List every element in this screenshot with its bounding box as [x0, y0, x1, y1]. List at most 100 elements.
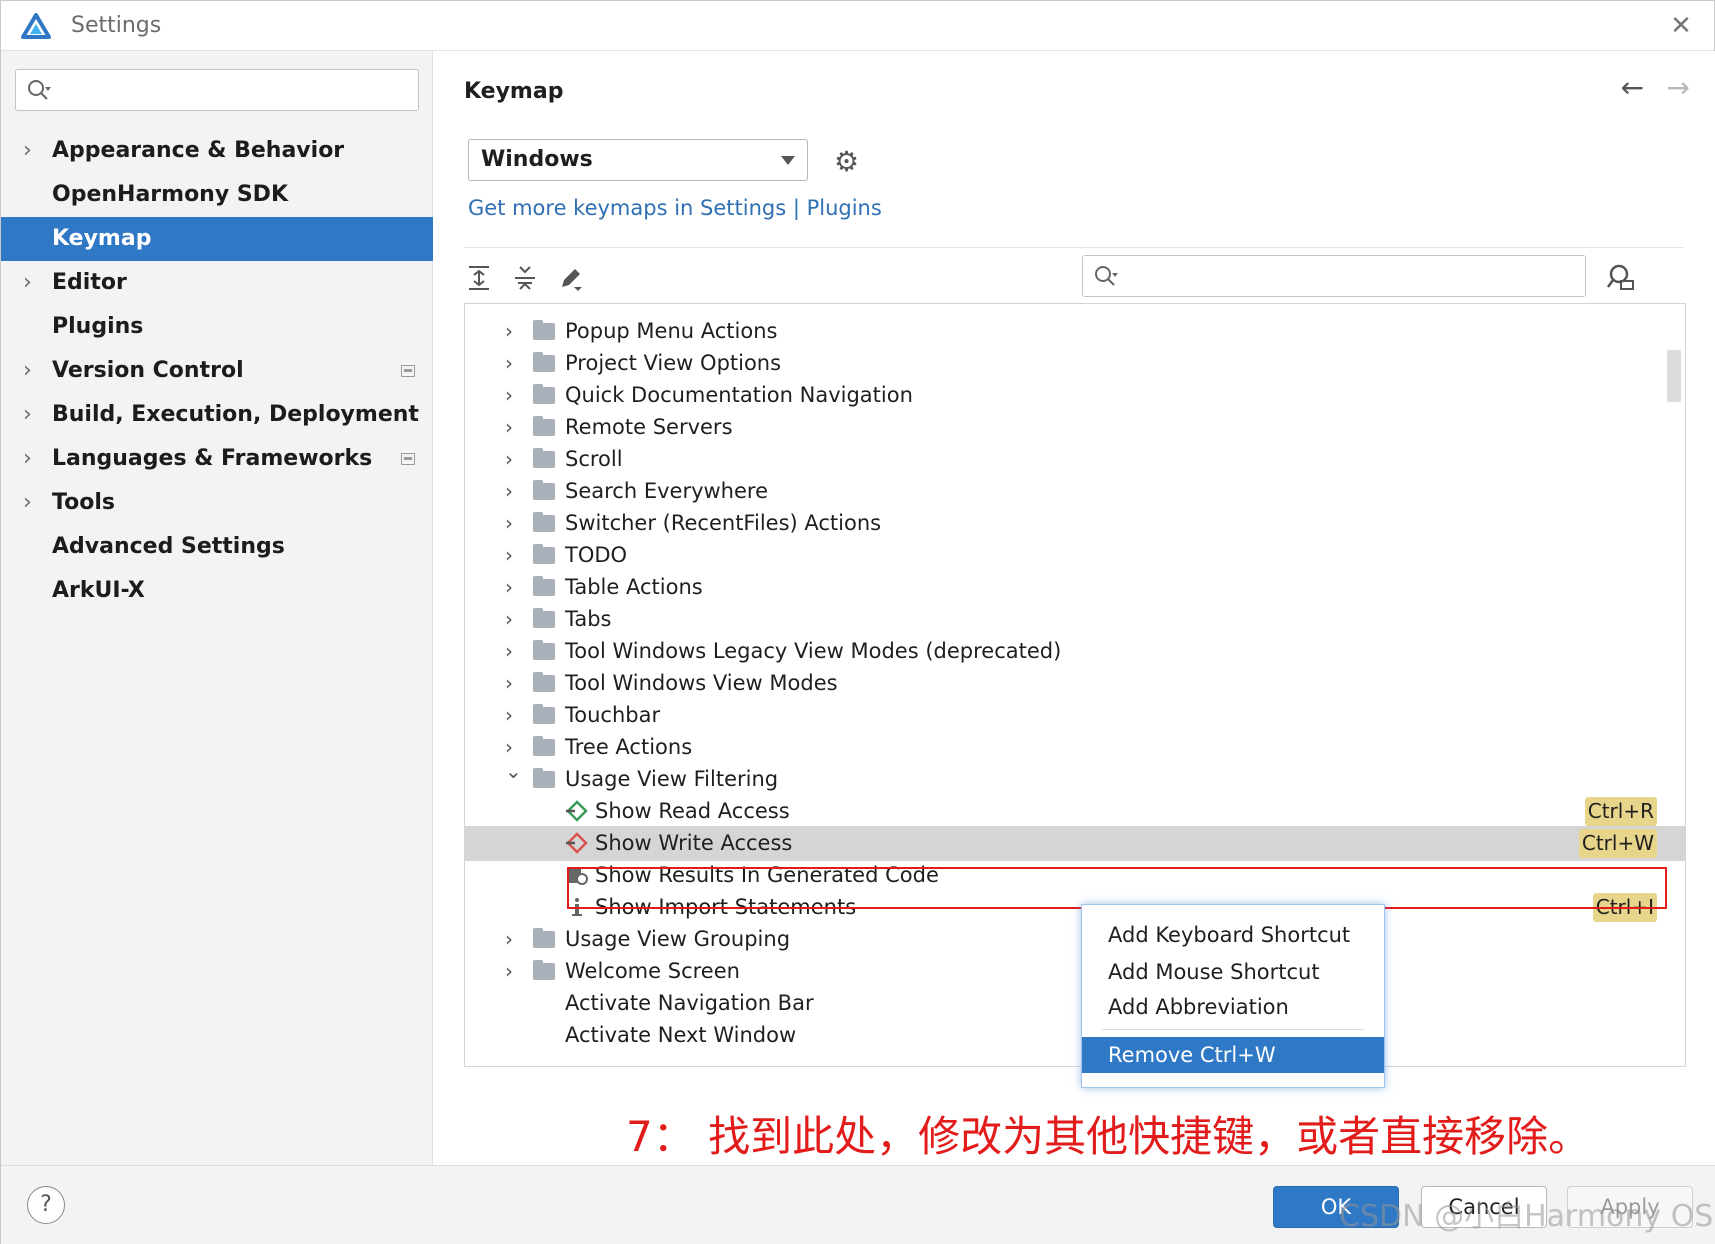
sidebar-item[interactable]: Keymap	[1, 217, 433, 261]
tree-group-row[interactable]: › Project View Options	[465, 346, 1685, 381]
close-icon[interactable]: ✕	[1666, 11, 1696, 41]
tree-group-row[interactable]: › Switcher (RecentFiles) Actions	[465, 506, 1685, 541]
sidebar-item-label: Keymap	[52, 226, 152, 251]
tree-group-row[interactable]: › Search Everywhere	[465, 474, 1685, 509]
folder-icon	[533, 960, 555, 980]
folder-icon	[533, 608, 555, 628]
sidebar-item[interactable]: Advanced Settings	[1, 525, 433, 569]
sidebar-item[interactable]: › Tools	[1, 481, 433, 525]
tree-group-row[interactable]: › Touchbar	[465, 698, 1685, 733]
chevron-right-icon[interactable]: ›	[505, 634, 513, 669]
sidebar-item[interactable]: OpenHarmony SDK	[1, 173, 433, 217]
chevron-right-icon[interactable]: ›	[505, 666, 513, 701]
folder-icon	[533, 416, 555, 436]
back-arrow-icon[interactable]: ←	[1621, 71, 1644, 104]
watermark: CSDN @小白Harmony OS	[1339, 1199, 1714, 1234]
find-by-shortcut-icon[interactable]	[1604, 261, 1636, 293]
chevron-right-icon[interactable]: ›	[505, 474, 513, 509]
chevron-right-icon[interactable]: ›	[505, 698, 513, 733]
forward-arrow-icon[interactable]: →	[1667, 71, 1690, 104]
tree-group-row[interactable]: › Table Actions	[465, 570, 1685, 605]
sidebar-list: › Appearance & Behavior OpenHarmony SDK Key…	[1, 129, 433, 613]
tree-row-label: Tool Windows Legacy View Modes (deprecat…	[565, 639, 1062, 663]
sidebar-item-label: Appearance & Behavior	[52, 138, 345, 163]
sidebar-item-label: ArkUI-X	[52, 578, 145, 603]
chevron-right-icon[interactable]: ›	[505, 922, 513, 957]
folder-icon	[533, 928, 555, 948]
expand-all-icon[interactable]	[464, 263, 494, 293]
chevron-right-icon[interactable]: ›	[23, 481, 32, 525]
tree-group-row[interactable]: › Usage View Grouping	[465, 922, 1685, 957]
sidebar-item[interactable]: › Build, Execution, Deployment	[1, 393, 433, 437]
tree-group-row[interactable]: › Scroll	[465, 442, 1685, 477]
tree-group-row[interactable]: › Welcome Screen	[465, 954, 1685, 989]
tree-row-label: Usage View Grouping	[565, 927, 791, 951]
chevron-right-icon[interactable]: ›	[23, 393, 32, 437]
tree-group-row[interactable]: › Remote Servers	[465, 410, 1685, 445]
tree-row-label: Tree Actions	[565, 735, 693, 759]
tree-row-label: Tabs	[565, 607, 612, 631]
chevron-right-icon[interactable]: ›	[505, 506, 513, 541]
tree-action-row[interactable]: Show Write Access Ctrl+W	[465, 826, 1685, 861]
folder-icon	[533, 704, 555, 724]
context-menu-item[interactable]: Add Mouse Shortcut	[1082, 954, 1384, 990]
help-button[interactable]: ?	[27, 1186, 65, 1224]
chevron-right-icon[interactable]: ›	[505, 538, 513, 573]
sidebar-item[interactable]: Plugins	[1, 305, 433, 349]
plugins-link[interactable]: Get more keymaps in Settings | Plugins	[468, 196, 882, 220]
chevron-right-icon[interactable]: ›	[23, 261, 32, 305]
tree-row-label: Activate Navigation Bar	[565, 991, 814, 1015]
tree-group-row[interactable]: › Tree Actions	[465, 730, 1685, 765]
tree-row-label: Table Actions	[565, 575, 703, 599]
chevron-right-icon[interactable]: ›	[505, 602, 513, 637]
sidebar-item[interactable]: ArkUI-X	[1, 569, 433, 613]
tree-row-label: Show Write Access	[595, 831, 793, 855]
tree-row-label: Usage View Filtering	[565, 767, 779, 791]
tree-action-row[interactable]: Activate Navigation Bar	[465, 986, 1685, 1021]
chevron-right-icon[interactable]: ›	[505, 410, 513, 445]
shortcut-badge: Ctrl+R	[1584, 797, 1657, 826]
window-title: Settings	[71, 13, 162, 38]
context-menu-item[interactable]: Add Keyboard Shortcut	[1082, 917, 1384, 953]
tree-action-row[interactable]: Show Read Access Ctrl+R	[465, 794, 1685, 829]
chevron-right-icon[interactable]: ›	[23, 437, 32, 481]
menu-separator	[1102, 1029, 1364, 1030]
divider	[464, 247, 1684, 248]
edit-icon[interactable]	[556, 263, 586, 293]
chevron-right-icon[interactable]: ›	[505, 570, 513, 605]
chevron-right-icon[interactable]: ›	[505, 442, 513, 477]
tree-group-row[interactable]: › Tabs	[465, 602, 1685, 637]
tree-group-row[interactable]: ⌄ Usage View Filtering	[465, 759, 1685, 797]
gear-icon[interactable]: ⚙	[834, 145, 859, 178]
chevron-right-icon[interactable]: ›	[505, 346, 513, 381]
folder-icon	[533, 480, 555, 500]
sidebar-item[interactable]: › Editor	[1, 261, 433, 305]
chevron-right-icon[interactable]: ›	[505, 314, 513, 349]
sidebar-item[interactable]: › Version Control	[1, 349, 433, 393]
chevron-right-icon[interactable]: ›	[23, 129, 32, 173]
collapse-all-icon[interactable]	[510, 263, 540, 293]
tree-row-label: Activate Next Window	[565, 1023, 797, 1047]
keymap-select[interactable]: Windows	[468, 139, 808, 181]
sidebar-item[interactable]: › Languages & Frameworks	[1, 437, 433, 481]
sidebar-item[interactable]: › Appearance & Behavior	[1, 129, 433, 173]
tree-row-label: Touchbar	[565, 703, 661, 727]
sidebar-search-input[interactable]	[15, 69, 419, 111]
tree-group-row[interactable]: › Popup Menu Actions	[465, 314, 1685, 349]
actions-tree[interactable]: › Popup Menu Actions › Project View Options…	[464, 303, 1686, 1067]
chevron-right-icon[interactable]: ›	[23, 349, 32, 393]
sidebar-item-label: OpenHarmony SDK	[52, 182, 288, 207]
tree-action-row[interactable]: Activate Next Window	[465, 1018, 1685, 1053]
tree-group-row[interactable]: › Tool Windows Legacy View Modes (depreca…	[465, 634, 1685, 669]
tree-group-row[interactable]: › Quick Documentation Navigation	[465, 378, 1685, 413]
chevron-right-icon[interactable]: ›	[505, 954, 513, 989]
context-menu-item[interactable]: Remove Ctrl+W	[1082, 1037, 1384, 1073]
action-search-input[interactable]	[1082, 255, 1586, 297]
context-menu-item[interactable]: Add Abbreviation	[1082, 989, 1384, 1025]
tree-group-row[interactable]: › Tool Windows View Modes	[465, 666, 1685, 701]
tree-group-row[interactable]: › TODO	[465, 538, 1685, 573]
chevron-down-icon[interactable]: ⌄	[505, 754, 522, 789]
sidebar-item-label: Languages & Frameworks	[52, 446, 373, 471]
chevron-right-icon[interactable]: ›	[505, 378, 513, 413]
folder-icon	[533, 576, 555, 596]
